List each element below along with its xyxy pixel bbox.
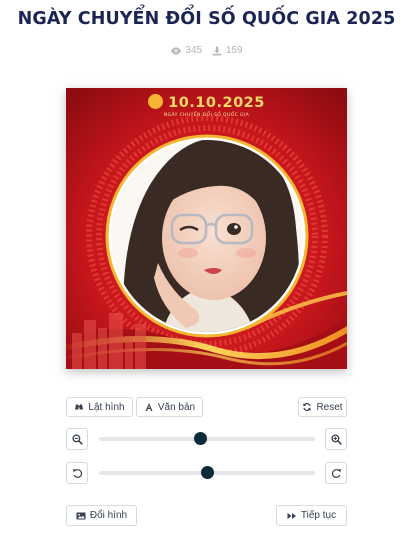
fast-forward-icon bbox=[287, 512, 296, 519]
downloads-stat: 159 bbox=[211, 45, 243, 56]
eye-icon bbox=[171, 47, 182, 54]
flip-image-button[interactable]: Lật hình bbox=[66, 397, 133, 417]
rotate-slider-thumb[interactable] bbox=[200, 466, 214, 479]
views-stat: 345 bbox=[170, 45, 202, 56]
change-image-button[interactable]: Đổi hình bbox=[66, 505, 137, 526]
frame-logo-text: 10.10.2025 bbox=[168, 95, 265, 111]
rotate-slider[interactable] bbox=[99, 466, 315, 480]
frame-logo-subtext: NGÀY CHUYỂN ĐỔI SỐ QUỐC GIA bbox=[163, 113, 250, 118]
change-image-label: Đổi hình bbox=[89, 510, 128, 521]
page-title: NGÀY CHUYỂN ĐỔI SỐ QUỐC GIA 2025 bbox=[17, 9, 396, 29]
add-text-button[interactable]: Văn bản bbox=[136, 397, 203, 417]
stats-row: 345 159 bbox=[0, 45, 413, 59]
downloads-count: 159 bbox=[225, 45, 243, 56]
zoom-slider-thumb[interactable] bbox=[194, 432, 208, 445]
frame-artwork bbox=[66, 88, 347, 369]
reset-label: Reset bbox=[316, 401, 343, 413]
reset-button[interactable]: Reset bbox=[298, 397, 347, 417]
rotate-left-icon bbox=[72, 468, 82, 478]
rotate-right-button[interactable] bbox=[325, 462, 347, 484]
binoculars-icon bbox=[75, 404, 84, 410]
frame-emblem-icon bbox=[148, 94, 164, 109]
continue-button[interactable]: Tiếp tục bbox=[276, 505, 347, 526]
rotate-left-button[interactable] bbox=[66, 462, 88, 484]
zoom-out-button[interactable] bbox=[66, 428, 88, 450]
zoom-out-icon bbox=[71, 433, 83, 445]
flip-image-label: Lật hình bbox=[88, 401, 125, 413]
text-icon bbox=[145, 403, 153, 411]
zoom-in-button[interactable] bbox=[325, 428, 347, 450]
frame-logo: 10.10.2025 bbox=[66, 94, 347, 111]
zoom-slider[interactable] bbox=[99, 432, 315, 446]
continue-label: Tiếp tục bbox=[300, 510, 337, 521]
sync-icon bbox=[303, 402, 312, 412]
avatar-frame-preview[interactable]: 10.10.2025 NGÀY CHUYỂN ĐỔI SỐ QUỐC GIA bbox=[66, 88, 347, 369]
views-count: 345 bbox=[185, 45, 203, 56]
zoom-in-icon bbox=[330, 433, 342, 445]
add-text-label: Văn bản bbox=[157, 401, 196, 413]
rotate-right-icon bbox=[331, 468, 341, 478]
download-icon bbox=[212, 46, 222, 55]
image-icon bbox=[76, 512, 86, 519]
